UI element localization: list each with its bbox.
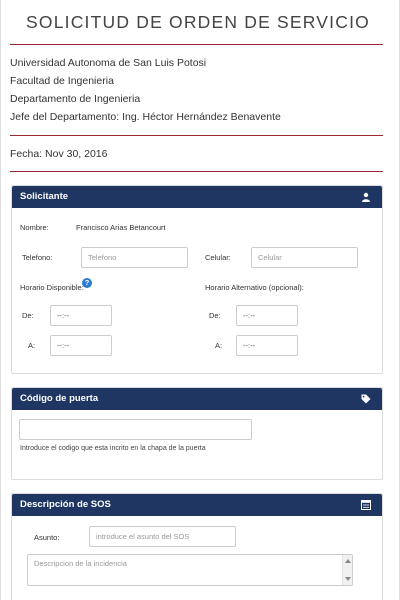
horario-a-input[interactable]: --:--: [50, 335, 112, 356]
alt-de-label: De:: [209, 311, 221, 320]
codigo-title: Código de puerta: [20, 393, 99, 404]
horario-alt-a-input[interactable]: --:--: [236, 335, 298, 356]
name-value: Francisco Arias Betancourt: [76, 223, 166, 232]
sos-header: Descripción de SOS: [12, 494, 382, 516]
solicitante-title: Solicitante: [20, 191, 69, 202]
request-date: Fecha: Nov 30, 2016: [10, 148, 108, 160]
faculty-name: Facultad de Ingenieria: [10, 75, 114, 87]
university-name: Universidad Autonoma de San Luis Potosi: [10, 57, 207, 69]
scroll-down-arrow-icon[interactable]: [345, 577, 351, 581]
tag-icon: [361, 394, 371, 404]
department-head: Jefe del Departamento: Ing. Héctor Herná…: [10, 111, 281, 123]
asunto-label: Asunto:: [34, 533, 60, 542]
de-label: De:: [22, 311, 34, 320]
scroll-up-arrow-icon[interactable]: [345, 559, 351, 563]
celular-label: Celular:: [205, 253, 231, 262]
descripcion-textarea[interactable]: Descripcion de la incidencia: [27, 554, 353, 586]
door-code-help: Introduce el codigo que esta incrito en …: [20, 445, 206, 452]
user-icon: [362, 192, 370, 202]
codigo-header: Código de puerta: [12, 388, 382, 410]
help-icon[interactable]: ?: [82, 278, 92, 288]
title-divider: [10, 44, 383, 45]
a-label: A:: [28, 341, 36, 350]
horario-de-input[interactable]: --:--: [50, 305, 112, 326]
solicitante-panel: Solicitante Nombre: Francisco Arias Beta…: [11, 185, 383, 374]
page-title: SOLICITUD DE ORDEN DE SERVICIO: [26, 12, 370, 32]
telefono-input[interactable]: Telefono: [81, 247, 188, 268]
horario-alt-de-input[interactable]: --:--: [236, 305, 298, 326]
sos-title: Descripción de SOS: [20, 499, 111, 510]
name-label: Nombre:: [20, 223, 49, 232]
telefono-label: Telefono:: [22, 253, 53, 262]
info-divider: [10, 135, 383, 136]
date-divider: [10, 171, 383, 172]
sos-panel: Descripción de SOS Asunto: introduce el …: [11, 493, 383, 600]
list-icon: [361, 500, 371, 510]
textarea-scrollbar[interactable]: [342, 555, 352, 585]
department-name: Departamento de Ingenieria: [10, 93, 141, 105]
horario-alt-label: Horario Alternativo (opcional):: [205, 283, 304, 292]
descripcion-placeholder: Descripcion de la incidencia: [34, 559, 127, 568]
asunto-input[interactable]: introduce el asunto del SOS: [89, 526, 236, 547]
door-code-input[interactable]: [19, 419, 252, 440]
alt-a-label: A:: [215, 341, 223, 350]
celular-input[interactable]: Celular: [251, 247, 358, 268]
solicitante-header: Solicitante: [12, 186, 382, 208]
codigo-panel: Código de puerta Introduce el codigo que…: [11, 387, 383, 480]
horario-label: Horario Disponible:: [20, 283, 84, 292]
